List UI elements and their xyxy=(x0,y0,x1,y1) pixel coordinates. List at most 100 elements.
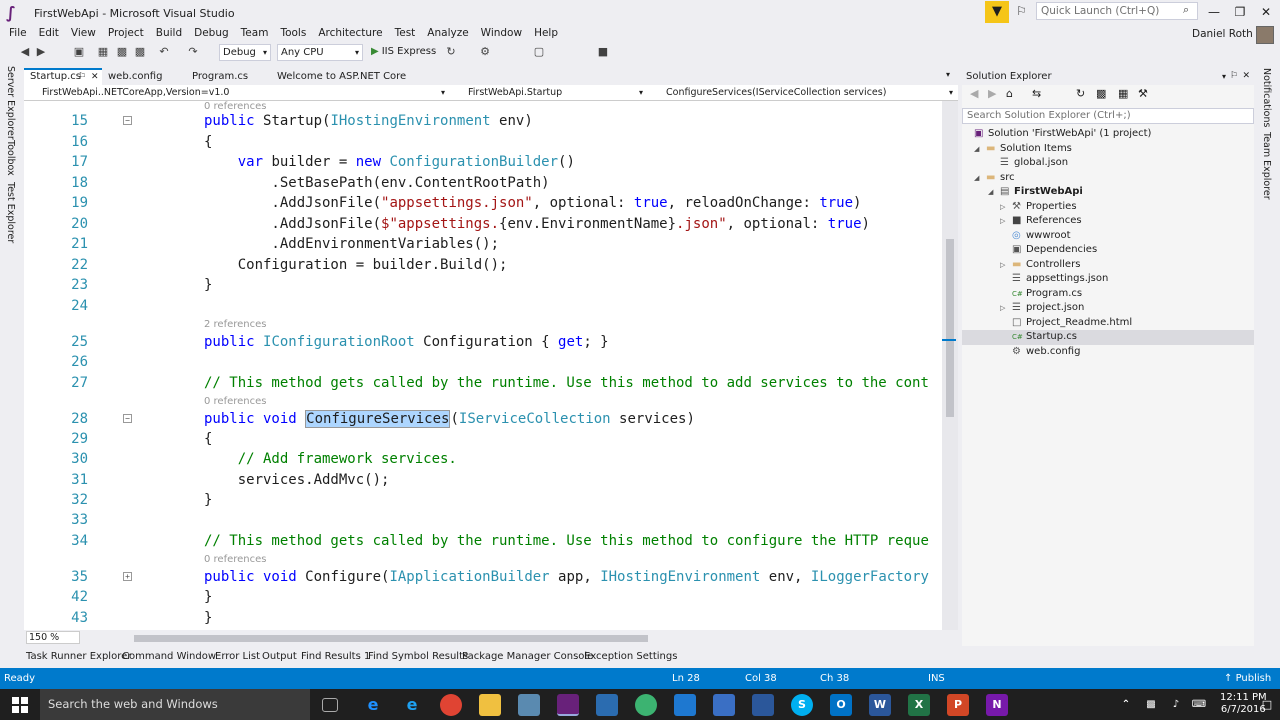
tab-welcome[interactable]: Welcome to ASP.NET Core xyxy=(271,68,412,85)
code-line[interactable]: 31 services.AddMvc(); xyxy=(24,470,942,490)
tool-tab-error-list[interactable]: Error List xyxy=(215,649,260,665)
close-button[interactable]: ✕ xyxy=(1254,2,1278,22)
tool-tab-exception-settings[interactable]: Exception Settings xyxy=(584,649,677,665)
maximize-button[interactable]: ❐ xyxy=(1228,2,1252,22)
action-center-icon[interactable]: □ xyxy=(1256,694,1278,716)
tray-network-icon[interactable]: ▩ xyxy=(1140,694,1162,716)
code-editor[interactable]: 0 references 15− public Startup(IHostingEn… xyxy=(24,101,958,630)
code-line[interactable]: 43} xyxy=(24,608,942,628)
project-dropdown[interactable]: FirstWebApi..NETCoreApp,Version=v1.0 ▾ xyxy=(24,86,448,100)
code-line[interactable]: 30 // Add framework services. xyxy=(24,449,942,469)
word-icon[interactable]: W xyxy=(869,694,891,716)
back-icon[interactable]: ◀ xyxy=(970,87,978,100)
close-icon[interactable]: ✕ xyxy=(91,70,99,84)
skype-icon[interactable]: S xyxy=(791,694,813,716)
minimize-button[interactable]: — xyxy=(1202,2,1226,22)
menu-window[interactable]: Window xyxy=(475,26,528,40)
team-explorer-tab[interactable]: Team Explorer xyxy=(1261,132,1272,200)
forward-icon[interactable]: ▶ xyxy=(34,45,48,59)
save-all-icon[interactable]: ▩ xyxy=(133,45,147,59)
tray-chevron-up-icon[interactable]: ⌃ xyxy=(1115,694,1137,716)
outlook-icon[interactable]: O xyxy=(830,694,852,716)
comment-icon[interactable]: ■ xyxy=(596,45,610,59)
chevron-down-icon[interactable]: ▾ xyxy=(1222,68,1226,85)
code-line[interactable]: 23} xyxy=(24,275,942,295)
tree-item[interactable]: ◢ ▬ src xyxy=(962,171,1254,186)
code-line[interactable]: 33 xyxy=(24,510,942,530)
code-line[interactable]: 42} xyxy=(24,587,942,607)
quick-launch-input[interactable]: Quick Launch (Ctrl+Q) xyxy=(1036,2,1198,20)
menu-test[interactable]: Test xyxy=(389,26,422,40)
windows-start-icon[interactable] xyxy=(12,697,28,713)
run-button[interactable]: ▶ IIS Express xyxy=(371,45,436,59)
tree-item[interactable]: ▣ Solution 'FirstWebApi' (1 project) xyxy=(962,127,1254,142)
close-icon[interactable]: ✕ xyxy=(1242,68,1250,85)
vertical-scrollbar-thumb[interactable] xyxy=(946,239,954,417)
code-line[interactable]: 35 + public void Configure(IApplicationBui… xyxy=(24,567,942,587)
tree-item[interactable]: □ Project_Readme.html xyxy=(962,316,1254,331)
tab-web-config[interactable]: web.config xyxy=(102,68,168,85)
code-line[interactable]: 15 − public Startup(IHostingEnvironment en… xyxy=(24,111,942,131)
expand-toggle-icon[interactable]: ▷ xyxy=(1000,258,1005,273)
menu-view[interactable]: View xyxy=(65,26,102,40)
expand-toggle-icon[interactable]: ▷ xyxy=(1000,301,1005,316)
code-line[interactable]: 17 var builder = new ConfigurationBuilde… xyxy=(24,152,942,172)
menu-build[interactable]: Build xyxy=(150,26,188,40)
horizontal-scrollbar-thumb[interactable] xyxy=(134,635,648,642)
tree-item[interactable]: ▷ ⚒ Properties xyxy=(962,200,1254,215)
show-all-files-icon[interactable]: ▦ xyxy=(1118,87,1128,100)
tree-item[interactable]: ▷ ☰ project.json xyxy=(962,301,1254,316)
fold-toggle-icon[interactable]: + xyxy=(123,572,132,581)
code-line[interactable]: 19 .AddJsonFile("appsettings.json", opti… xyxy=(24,193,942,213)
fold-toggle-icon[interactable]: − xyxy=(123,414,132,423)
expand-toggle-icon[interactable]: ▷ xyxy=(1000,200,1005,215)
notifications-tab[interactable]: Notifications xyxy=(1261,68,1272,127)
tool-tab-task-runner-explorer[interactable]: Task Runner Explorer xyxy=(26,649,131,665)
server-explorer-tab[interactable]: Server Explorer xyxy=(5,66,16,140)
pin-icon[interactable]: ⚐ xyxy=(78,70,86,84)
pin-icon[interactable]: ⚐ xyxy=(1230,68,1238,85)
code-line[interactable]: 22 Configuration = builder.Build(); xyxy=(24,255,942,275)
notification-flag-icon[interactable]: ⚐ xyxy=(1016,4,1027,18)
xbox-icon[interactable] xyxy=(635,694,657,716)
tree-item[interactable]: ◎ wwwroot xyxy=(962,229,1254,244)
menu-file[interactable]: File xyxy=(3,26,33,40)
forward-icon[interactable]: ▶ xyxy=(988,87,996,100)
code-line[interactable]: 20 .AddJsonFile($"appsettings.{env.Envir… xyxy=(24,214,942,234)
tree-item[interactable]: ☰ appsettings.json xyxy=(962,272,1254,287)
taskbar-search-input[interactable]: Search the web and Windows xyxy=(40,689,310,720)
powerpoint-icon[interactable]: P xyxy=(947,694,969,716)
tab-overflow-chevron-icon[interactable]: ▾ xyxy=(946,70,950,79)
expand-toggle-icon[interactable]: ◢ xyxy=(974,171,979,186)
code-line[interactable]: 28 − public void ConfigureServices(IServic… xyxy=(24,409,942,429)
test-explorer-tab[interactable]: Test Explorer xyxy=(5,182,16,243)
browser-link-icon[interactable]: ⚙ xyxy=(478,45,492,59)
visual-studio-taskbar-icon[interactable] xyxy=(557,694,579,716)
platform-select[interactable]: Any CPU ▾ xyxy=(277,44,363,61)
codelens-references[interactable]: 2 references xyxy=(204,319,267,331)
onenote-icon[interactable] xyxy=(752,694,774,716)
expand-toggle-icon[interactable]: ▷ xyxy=(1000,214,1005,229)
twitter-icon[interactable] xyxy=(674,694,696,716)
code-line[interactable]: 16 { xyxy=(24,132,942,152)
refresh-icon[interactable]: ↻ xyxy=(1076,87,1085,100)
tree-item[interactable]: ▷ ■ References xyxy=(962,214,1254,229)
menu-team[interactable]: Team xyxy=(235,26,275,40)
menu-architecture[interactable]: Architecture xyxy=(312,26,388,40)
sync-icon[interactable]: ⇆ xyxy=(1032,87,1041,100)
remote-desktop-icon[interactable] xyxy=(713,694,735,716)
code-line[interactable]: 29 { xyxy=(24,429,942,449)
home-icon[interactable]: ⌂ xyxy=(1006,87,1013,100)
codelens-references[interactable]: 0 references xyxy=(204,554,267,566)
tool-tab-package-manager-console[interactable]: Package Manager Console xyxy=(462,649,593,665)
tool-tab-output[interactable]: Output xyxy=(262,649,297,665)
tray-volume-icon[interactable]: ♪ xyxy=(1165,694,1187,716)
undo-icon[interactable]: ↶ xyxy=(157,45,171,59)
user-name[interactable]: Daniel Roth xyxy=(1192,28,1253,40)
tree-item[interactable]: ▷ ▬ Controllers xyxy=(962,258,1254,273)
menu-edit[interactable]: Edit xyxy=(33,26,65,40)
menu-help[interactable]: Help xyxy=(528,26,564,40)
expand-toggle-icon[interactable]: ◢ xyxy=(974,142,979,157)
edge-browser-icon[interactable]: e xyxy=(362,694,384,716)
code-line[interactable]: 25 public IConfigurationRoot Configuratio… xyxy=(24,332,942,352)
